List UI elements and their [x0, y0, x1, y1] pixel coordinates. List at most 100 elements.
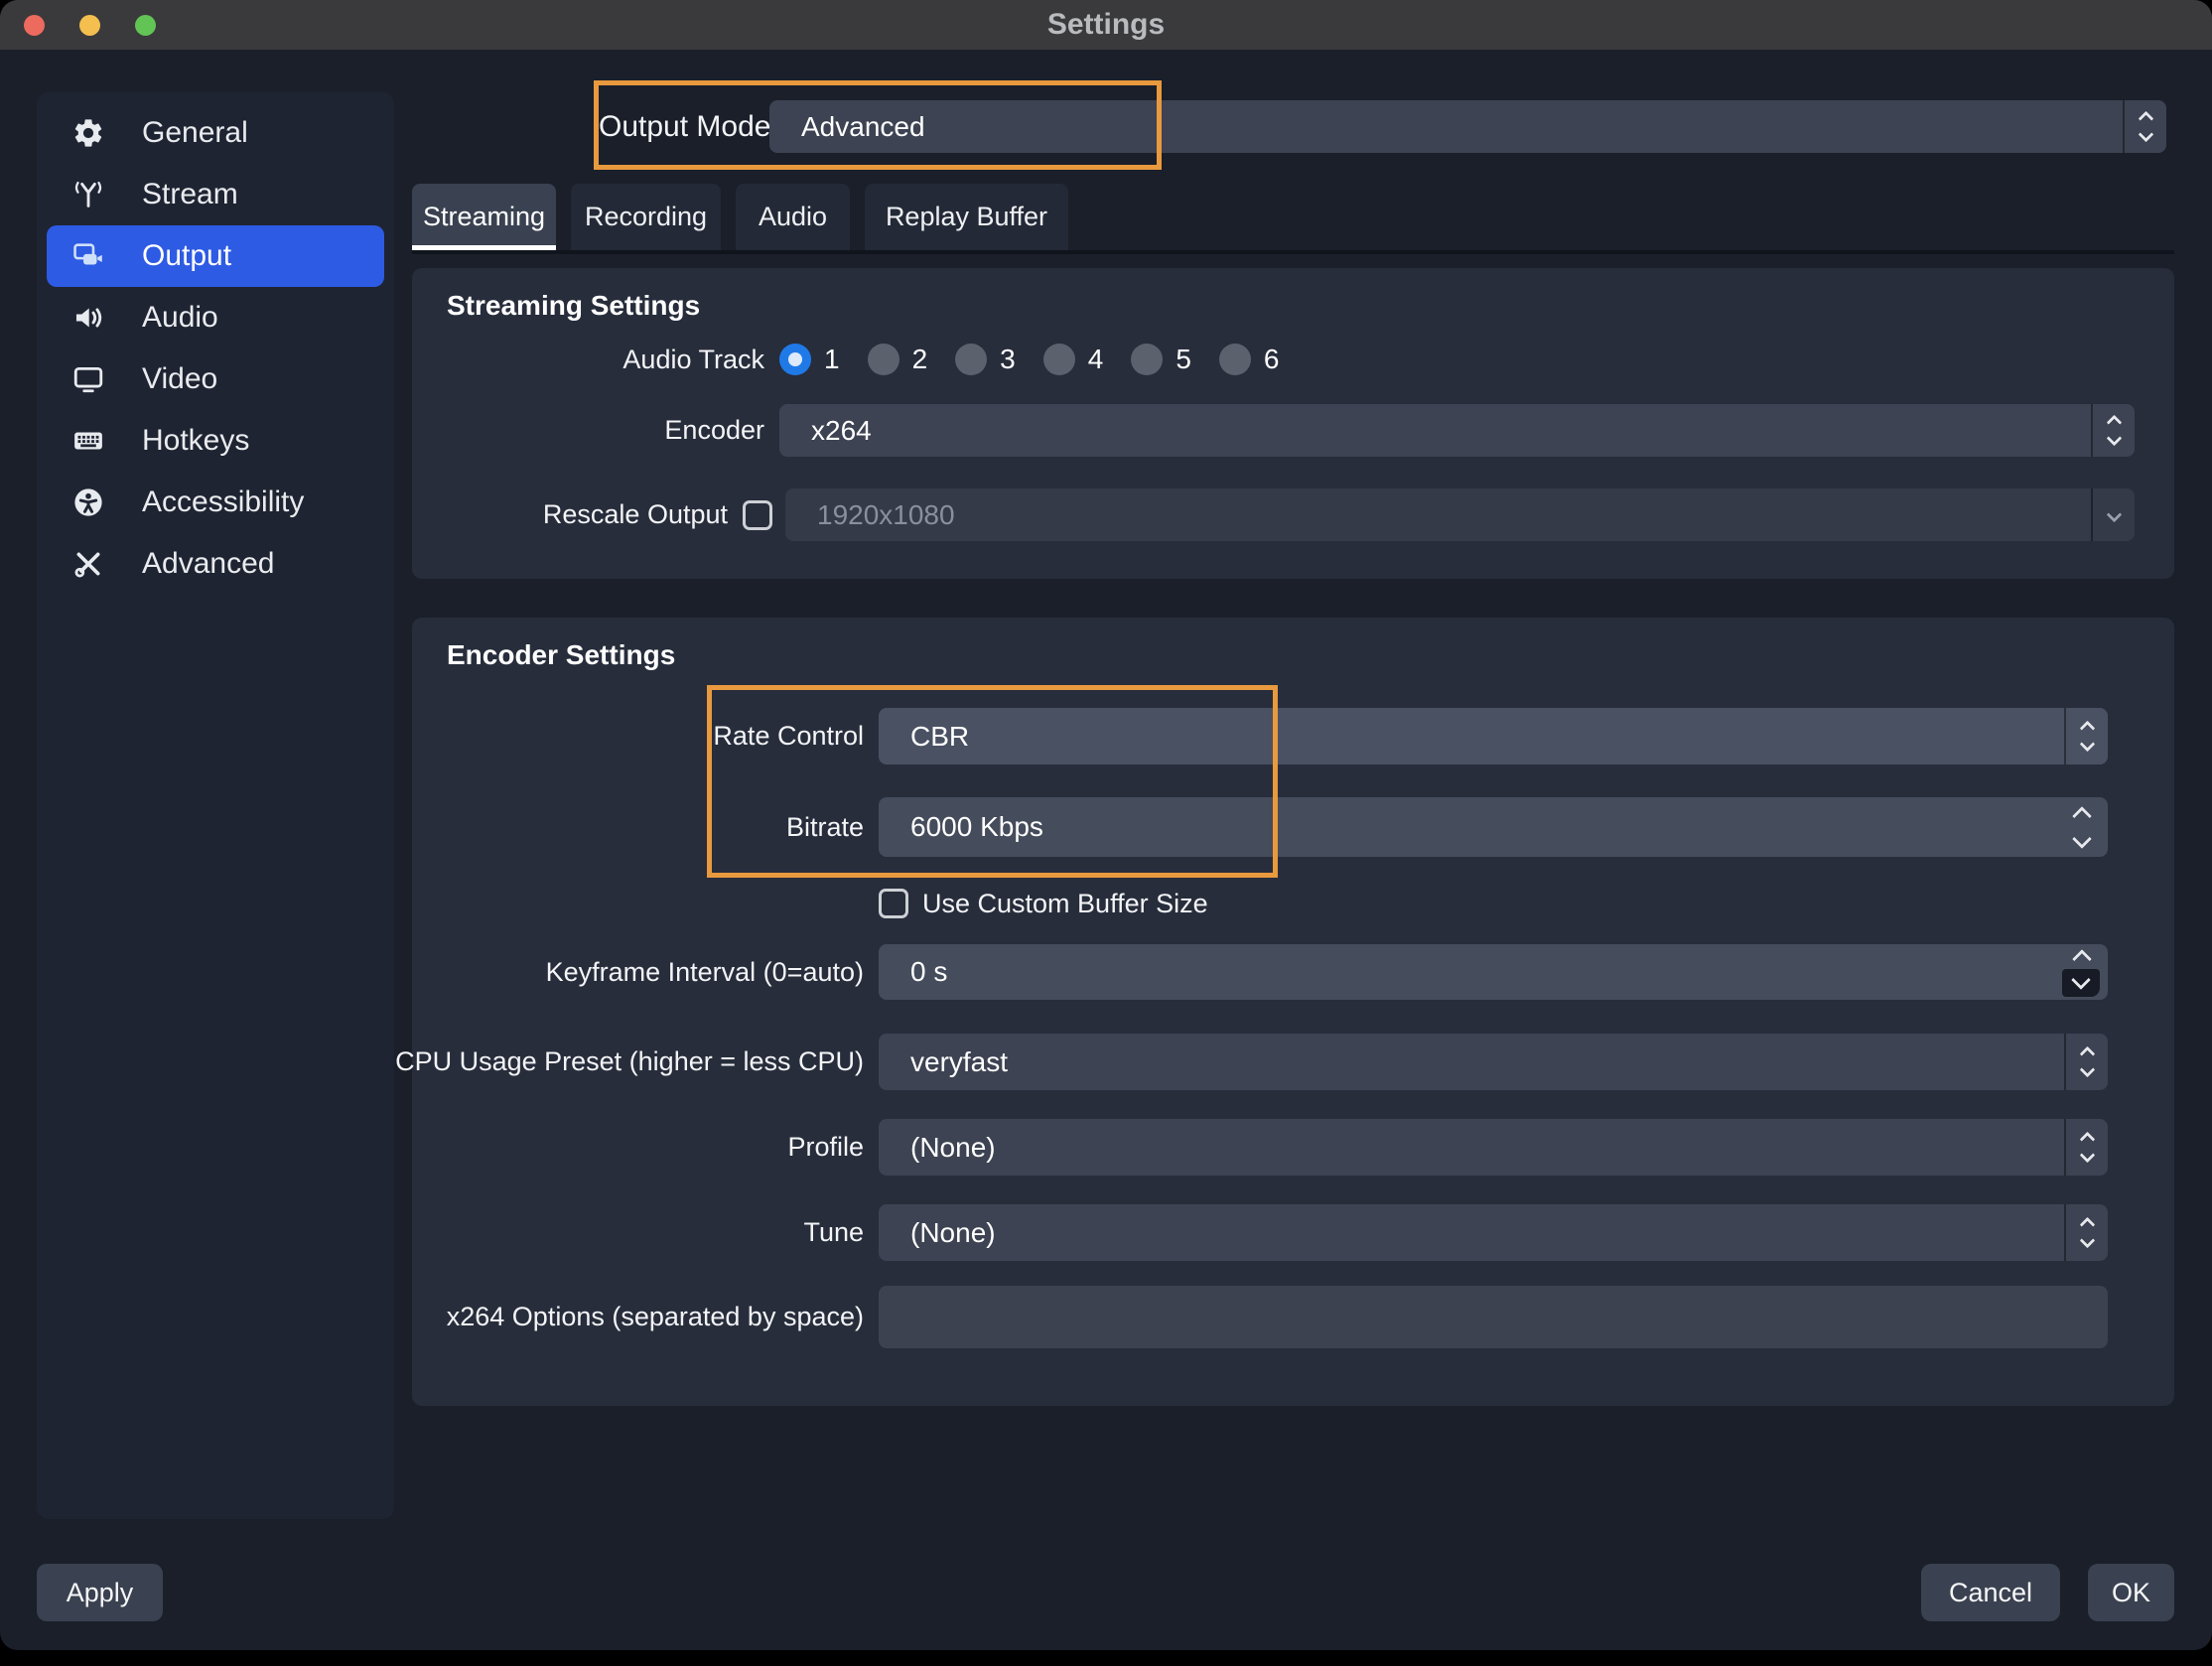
tune-label: Tune	[447, 1217, 864, 1248]
chevron-up-icon	[2106, 415, 2122, 431]
tune-select[interactable]: (None)	[879, 1204, 2108, 1261]
tab-recording[interactable]: Recording	[571, 184, 721, 250]
chevron-down-icon	[2079, 1148, 2095, 1164]
encoder-settings-title: Encoder Settings	[447, 639, 675, 671]
encoder-label: Encoder	[447, 415, 764, 446]
x264-options-label: x264 Options (separated by space)	[447, 1302, 864, 1332]
cpu-usage-preset-select[interactable]: veryfast	[879, 1034, 2108, 1090]
accessibility-icon	[69, 486, 108, 519]
sidebar-item-hotkeys[interactable]: Hotkeys	[47, 410, 384, 472]
sidebar-item-stream[interactable]: Stream	[47, 164, 384, 225]
tab-audio[interactable]: Audio	[736, 184, 850, 250]
sidebar-item-label: Advanced	[142, 547, 274, 581]
minimize-traffic-light-icon[interactable]	[79, 15, 100, 36]
chevron-up-icon	[2079, 1217, 2095, 1233]
chevron-down-icon	[2106, 507, 2122, 523]
sidebar-item-advanced[interactable]: Advanced	[47, 533, 384, 595]
tab-label: Recording	[585, 202, 707, 232]
chevron-up-icon	[2079, 1132, 2095, 1148]
tab-label: Audio	[759, 202, 827, 232]
output-mode-label: Output Mode	[599, 100, 770, 153]
rate-control-value: CBR	[879, 721, 969, 753]
sidebar-item-audio[interactable]: Audio	[47, 287, 384, 348]
stepper-arrows[interactable]	[2064, 1204, 2108, 1261]
radio-icon	[1219, 344, 1251, 375]
x264-options-input[interactable]	[879, 1286, 2108, 1348]
tune-value: (None)	[879, 1217, 996, 1249]
tune-row: Tune (None)	[447, 1204, 2108, 1261]
bitrate-value: 6000 Kbps	[879, 811, 1043, 843]
tools-icon	[69, 547, 108, 581]
audio-track-option-2[interactable]: 2	[868, 344, 928, 375]
sidebar-item-output[interactable]: Output	[47, 225, 384, 287]
gear-icon	[69, 116, 108, 150]
zoom-traffic-light-icon[interactable]	[135, 15, 156, 36]
cancel-button[interactable]: Cancel	[1921, 1564, 2060, 1621]
monitor-icon	[69, 362, 108, 396]
cpu-usage-preset-value: veryfast	[879, 1046, 1008, 1078]
profile-select[interactable]: (None)	[879, 1119, 2108, 1176]
sidebar-item-label: Stream	[142, 178, 238, 211]
use-custom-buffer-label: Use Custom Buffer Size	[922, 889, 1208, 919]
sidebar-item-general[interactable]: General	[47, 102, 384, 164]
sidebar-item-video[interactable]: Video	[47, 348, 384, 410]
chevron-up-icon	[2072, 949, 2092, 969]
speaker-icon	[69, 301, 108, 335]
output-mode-select[interactable]: Advanced	[769, 100, 2166, 153]
stepper-arrows[interactable]	[2091, 404, 2135, 457]
output-mode-value: Advanced	[769, 111, 925, 143]
sidebar-item-accessibility[interactable]: Accessibility	[47, 472, 384, 533]
rate-control-row: Rate Control CBR	[447, 708, 2108, 764]
audio-track-option-4[interactable]: 4	[1043, 344, 1104, 375]
audio-track-option-1[interactable]: 1	[779, 344, 840, 375]
output-tabs: Streaming Recording Audio Replay Buffer	[412, 184, 1068, 250]
antenna-icon	[69, 178, 108, 211]
chevron-up-icon	[2079, 1046, 2095, 1062]
spin-down-button-pressed[interactable]	[2062, 969, 2100, 997]
profile-value: (None)	[879, 1132, 996, 1164]
stepper-arrows[interactable]	[2064, 1119, 2108, 1176]
encoder-settings-group: Encoder Settings Rate Control CBR Bitrat…	[412, 618, 2174, 1406]
encoder-select[interactable]: x264	[779, 404, 2135, 457]
bitrate-spinbox[interactable]: 6000 Kbps	[879, 797, 2108, 857]
rate-control-select[interactable]: CBR	[879, 708, 2108, 764]
audio-track-option-5[interactable]: 5	[1131, 344, 1191, 375]
tab-label: Replay Buffer	[886, 202, 1047, 232]
sidebar-item-label: Hotkeys	[142, 424, 249, 458]
sidebar-item-label: Accessibility	[142, 486, 304, 519]
spin-arrows[interactable]	[2056, 797, 2108, 857]
audio-track-row: Audio Track 1 2 3 4 5 6	[447, 340, 2135, 379]
tab-replay-buffer[interactable]: Replay Buffer	[865, 184, 1068, 250]
encoder-row: Encoder x264	[447, 404, 2135, 457]
use-custom-buffer-checkbox[interactable]	[879, 889, 908, 918]
sidebar-item-label: Audio	[142, 301, 218, 335]
titlebar: Settings	[0, 0, 2212, 50]
stepper-arrows[interactable]	[2064, 1034, 2108, 1090]
stepper-arrows[interactable]	[2064, 708, 2108, 764]
stepper-arrows[interactable]	[2123, 100, 2166, 153]
apply-button[interactable]: Apply	[37, 1564, 163, 1621]
chevron-down-icon	[2072, 829, 2092, 849]
use-custom-buffer-row: Use Custom Buffer Size	[447, 884, 2108, 923]
keyframe-interval-value: 0 s	[879, 956, 947, 988]
ok-button[interactable]: OK	[2088, 1564, 2174, 1621]
streaming-settings-title: Streaming Settings	[447, 290, 700, 322]
cpu-usage-preset-label: CPU Usage Preset (higher = less CPU)	[447, 1046, 864, 1077]
cpu-usage-preset-row: CPU Usage Preset (higher = less CPU) ver…	[447, 1034, 2108, 1090]
rescale-output-value: 1920x1080	[785, 499, 955, 531]
radio-icon	[1043, 344, 1075, 375]
rate-control-label: Rate Control	[447, 721, 864, 752]
rescale-output-checkbox[interactable]	[743, 500, 772, 530]
close-traffic-light-icon[interactable]	[24, 15, 45, 36]
tab-streaming[interactable]: Streaming	[412, 184, 556, 250]
keyframe-interval-label: Keyframe Interval (0=auto)	[447, 957, 864, 988]
audio-track-option-6[interactable]: 6	[1219, 344, 1280, 375]
audio-track-option-3[interactable]: 3	[955, 344, 1016, 375]
tab-pane-border	[412, 250, 2174, 254]
chevron-down-icon	[2138, 127, 2153, 143]
keyframe-interval-spinbox[interactable]: 0 s	[879, 944, 2108, 1000]
chevron-up-icon	[2072, 806, 2092, 826]
bitrate-row: Bitrate 6000 Kbps	[447, 797, 2108, 857]
keyframe-interval-row: Keyframe Interval (0=auto) 0 s	[447, 944, 2108, 1000]
radio-icon	[1131, 344, 1163, 375]
